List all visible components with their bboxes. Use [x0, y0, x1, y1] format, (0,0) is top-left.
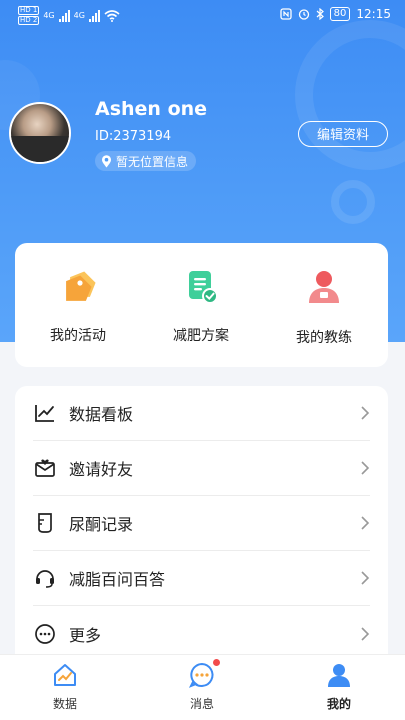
nfc-icon — [280, 8, 292, 20]
chart-board-icon — [33, 401, 57, 425]
clock: 12:15 — [356, 7, 391, 21]
invite-envelope-icon — [33, 456, 57, 480]
home-chart-icon — [51, 661, 79, 689]
location-badge[interactable]: 暂无位置信息 — [95, 151, 197, 171]
coach-icon — [304, 267, 344, 307]
chevron-right-icon — [361, 516, 370, 530]
message-icon — [188, 659, 220, 689]
status-bar: HD 1 HD 2 4G 4G 80 12:15 — [0, 0, 405, 30]
tab-label: 消息 — [189, 697, 214, 711]
menu-item-label: 邀请好友 — [69, 460, 134, 479]
edit-profile-button[interactable]: 编辑资料 — [298, 121, 388, 147]
menu-item-label: 尿酮记录 — [69, 515, 134, 534]
test-tube-icon — [33, 511, 57, 535]
username: Ashen one — [95, 98, 208, 120]
menu-item-data-board[interactable]: 数据看板 — [33, 386, 370, 441]
battery-indicator: 80 — [329, 7, 351, 21]
user-id: ID:2373194 — [95, 129, 172, 144]
quick-actions-card: 我的活动 减肥方案 我的教练 — [15, 243, 388, 367]
tag-icon — [58, 267, 98, 307]
plan-icon — [181, 267, 221, 307]
tab-messages[interactable]: 消息 — [162, 659, 242, 712]
signal-icon — [88, 9, 100, 22]
menu-item-more[interactable]: 更多 — [33, 606, 370, 661]
tab-data[interactable]: 数据 — [25, 661, 105, 712]
network-type-1: 4G — [43, 11, 55, 20]
menu-item-invite-friends[interactable]: 邀请好友 — [33, 441, 370, 496]
more-icon — [33, 622, 57, 646]
sim-badges: HD 1 HD 2 — [18, 6, 40, 25]
menu-item-urine-ketone-records[interactable]: 尿酮记录 — [33, 496, 370, 551]
tab-label: 我的 — [326, 697, 351, 711]
quick-action-my-activities[interactable]: 我的活动 — [23, 267, 133, 345]
quick-action-label: 我的教练 — [296, 330, 352, 346]
menu-item-fat-loss-qa[interactable]: 减脂百问百答 — [33, 551, 370, 606]
menu-item-label: 数据看板 — [69, 405, 134, 424]
chevron-right-icon — [361, 571, 370, 585]
decorative-circle — [331, 180, 375, 224]
sim2-badge: HD 2 — [18, 16, 40, 25]
bluetooth-icon — [316, 8, 324, 20]
location-pin-icon — [102, 154, 111, 167]
signal-icon — [58, 9, 70, 22]
menu-card: 数据看板 邀请好友 尿酮记录 减脂百问百答 更多 — [15, 386, 388, 676]
unread-dot — [213, 659, 220, 666]
menu-item-label: 减脂百问百答 — [69, 570, 166, 589]
status-right: 80 12:15 — [280, 7, 391, 21]
quick-action-label: 我的活动 — [50, 328, 106, 344]
location-text: 暂无位置信息 — [116, 154, 189, 169]
chevron-right-icon — [361, 461, 370, 475]
user-icon — [325, 661, 353, 689]
sim1-badge: HD 1 — [18, 6, 40, 15]
quick-action-label: 减肥方案 — [173, 328, 229, 344]
decorative-circle — [295, 20, 405, 170]
chevron-right-icon — [361, 406, 370, 420]
tab-mine[interactable]: 我的 — [299, 661, 379, 712]
menu-item-label: 更多 — [69, 625, 102, 645]
chevron-right-icon — [361, 626, 370, 641]
bottom-tab-bar: 数据 消息 我的 — [0, 654, 405, 720]
quick-action-my-coach[interactable]: 我的教练 — [269, 267, 379, 347]
network-type-2: 4G — [73, 11, 85, 20]
tab-label: 数据 — [52, 697, 77, 711]
wifi-icon — [104, 9, 120, 22]
avatar[interactable] — [9, 102, 71, 164]
alarm-icon — [298, 9, 309, 20]
headset-icon — [33, 566, 57, 590]
quick-action-weight-loss-plan[interactable]: 减肥方案 — [146, 267, 256, 345]
status-left: HD 1 HD 2 4G 4G — [18, 6, 120, 25]
